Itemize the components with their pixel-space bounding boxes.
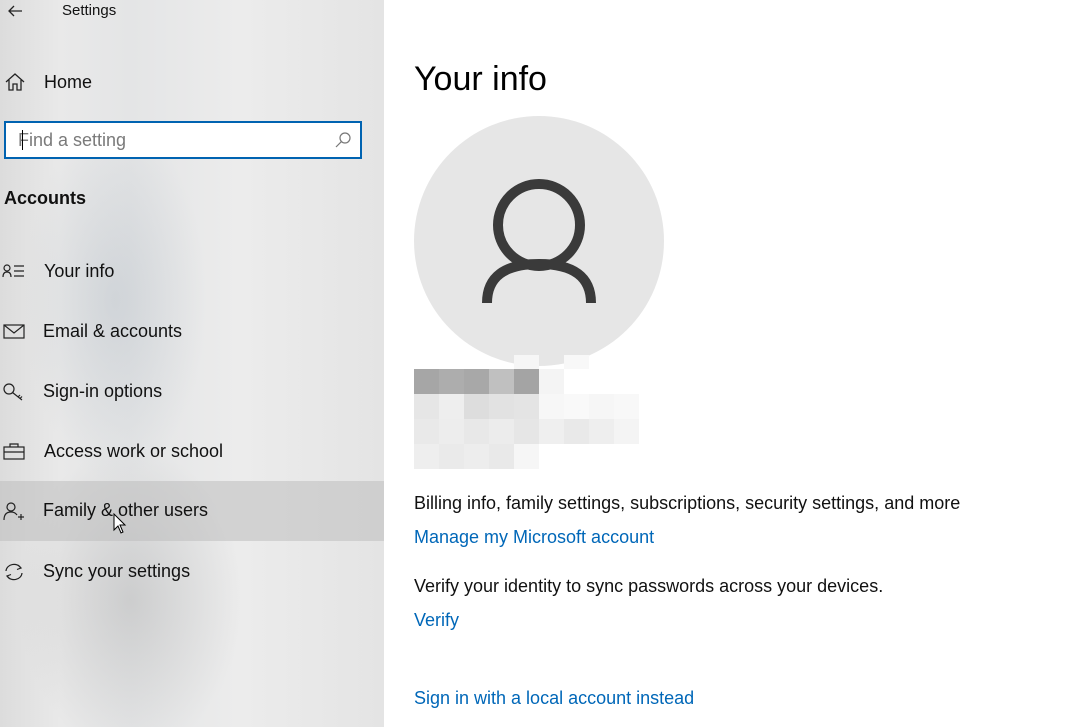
contact-info-icon — [2, 264, 24, 278]
text-caret — [22, 130, 23, 150]
redacted-pixel — [489, 394, 514, 419]
sidebar-item-label: Your info — [44, 261, 115, 281]
page-title: Your info — [414, 60, 547, 98]
redacted-pixel — [514, 419, 539, 444]
section-heading-accounts: Accounts — [4, 188, 87, 208]
main-content: Your info Billing info, family settings,… — [384, 0, 1085, 727]
sidebar-item-label: Sign-in options — [43, 381, 163, 401]
app-title: Settings — [62, 2, 117, 19]
redacted-pixel — [514, 355, 539, 369]
redacted-pixel — [514, 444, 539, 469]
sync-icon — [5, 563, 23, 581]
redacted-pixel — [489, 419, 514, 444]
home-nav-item[interactable]: Home — [0, 60, 384, 104]
redacted-pixel — [414, 444, 439, 469]
redacted-pixel — [514, 369, 539, 394]
redacted-pixel — [464, 369, 489, 394]
search-icon[interactable] — [334, 131, 352, 149]
redacted-pixel — [439, 369, 464, 394]
settings-sidebar: Settings Home Accounts Your info Email — [0, 0, 384, 727]
sidebar-item-label: Access work or school — [44, 441, 224, 461]
redacted-pixel — [539, 419, 564, 444]
user-silhouette-icon — [482, 179, 596, 304]
search-box[interactable] — [4, 121, 362, 159]
mail-icon — [3, 324, 25, 339]
redacted-account-name — [414, 355, 644, 470]
verify-description: Verify your identity to sync passwords a… — [414, 576, 884, 596]
briefcase-icon — [3, 443, 25, 460]
redacted-pixel — [414, 394, 439, 419]
redacted-pixel — [539, 394, 564, 419]
redacted-pixel — [464, 444, 489, 469]
redacted-pixel — [564, 394, 589, 419]
sidebar-item-email-accounts[interactable]: Email & accounts — [0, 302, 384, 362]
redacted-pixel — [439, 394, 464, 419]
redacted-pixel — [539, 369, 564, 394]
back-button[interactable] — [4, 0, 26, 22]
home-icon — [5, 73, 25, 91]
sidebar-item-sync-settings[interactable]: Sync your settings — [0, 542, 384, 602]
redacted-pixel — [414, 369, 439, 394]
verify-link[interactable]: Verify — [414, 610, 459, 631]
search-input[interactable] — [18, 123, 318, 157]
avatar[interactable] — [414, 116, 664, 366]
redacted-pixel — [489, 369, 514, 394]
account-description: Billing info, family settings, subscript… — [414, 493, 961, 513]
redacted-pixel — [614, 419, 639, 444]
sidebar-item-sign-in-options[interactable]: Sign-in options — [0, 362, 384, 422]
redacted-pixel — [564, 419, 589, 444]
back-arrow-icon — [8, 5, 22, 17]
mouse-cursor-icon — [113, 513, 127, 534]
sidebar-item-label: Email & accounts — [43, 321, 183, 341]
sign-in-local-account-link[interactable]: Sign in with a local account instead — [414, 688, 694, 709]
redacted-pixel — [439, 419, 464, 444]
redacted-pixel — [489, 444, 514, 469]
redacted-pixel — [414, 419, 439, 444]
title-bar: Settings — [0, 0, 384, 24]
redacted-pixel — [614, 394, 639, 419]
sidebar-item-your-info[interactable]: Your info — [0, 242, 384, 302]
manage-microsoft-account-link[interactable]: Manage my Microsoft account — [414, 527, 654, 548]
redacted-pixel — [589, 419, 614, 444]
key-icon — [3, 383, 23, 401]
sidebar-item-access-work-school[interactable]: Access work or school — [0, 422, 384, 482]
add-user-icon — [3, 502, 24, 521]
redacted-pixel — [464, 394, 489, 419]
redacted-pixel — [589, 394, 614, 419]
redacted-pixel — [464, 419, 489, 444]
redacted-pixel — [514, 394, 539, 419]
redacted-pixel — [439, 444, 464, 469]
home-label: Home — [44, 72, 93, 92]
sidebar-item-label: Sync your settings — [43, 561, 191, 581]
sidebar-item-family-other-users[interactable]: Family & other users — [0, 481, 384, 541]
redacted-pixel — [564, 355, 589, 369]
